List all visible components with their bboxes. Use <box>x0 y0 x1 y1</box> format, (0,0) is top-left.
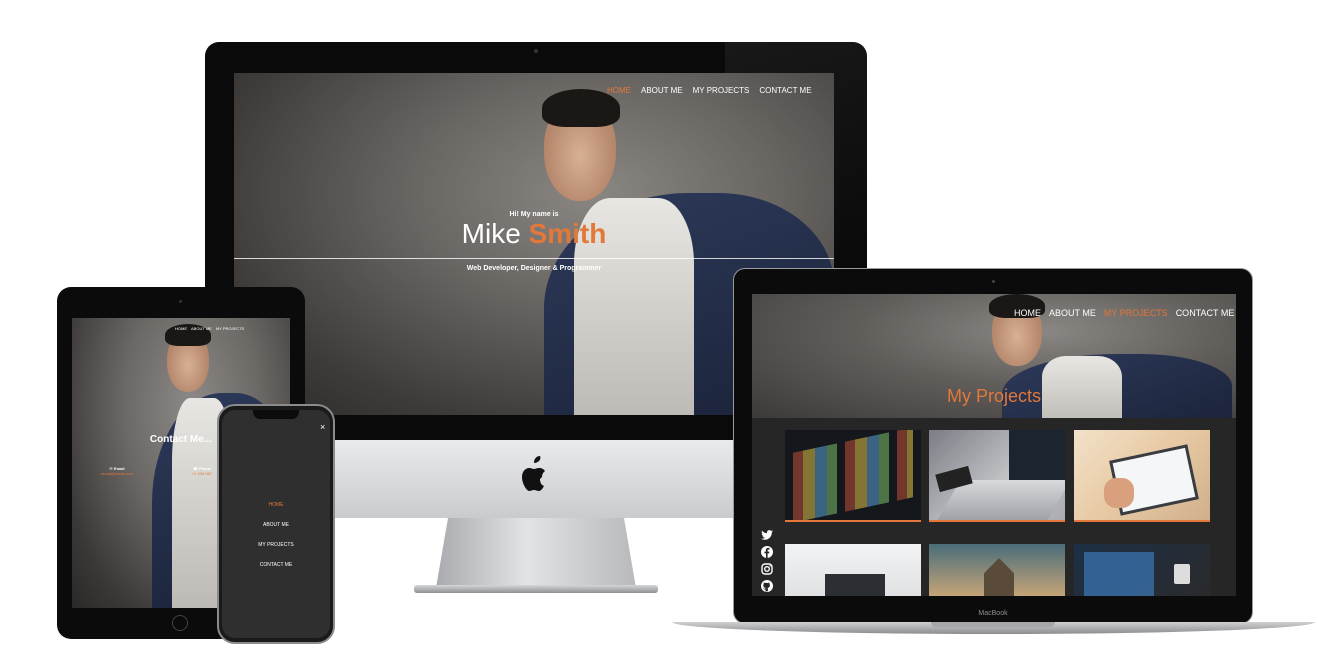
nav-contact[interactable]: CONTACT ME <box>1176 308 1235 318</box>
nav-about[interactable]: ABOUT ME <box>641 86 683 95</box>
menu-item-contact[interactable]: CONTACT ME <box>222 562 330 568</box>
instagram-icon[interactable] <box>760 563 774 578</box>
imac-camera <box>534 49 538 53</box>
nav-projects[interactable]: MY PROJECTS <box>693 86 750 95</box>
project-thumb-desk[interactable] <box>785 544 921 596</box>
imac-stand <box>436 518 636 588</box>
imac-stand-foot <box>414 585 658 593</box>
project-thumb-tablet[interactable] <box>1074 430 1210 522</box>
project-thumb-monitor[interactable] <box>1074 544 1210 596</box>
macbook-nav: HOME ABOUT ME MY PROJECTS CONTACT ME <box>1014 308 1234 318</box>
apple-logo-icon <box>522 456 545 491</box>
ipad-camera <box>179 300 182 303</box>
hero-name: Mike Smith <box>234 218 834 250</box>
phone-block: ☎ Phone +1 234 567 <box>182 466 222 476</box>
twitter-icon[interactable] <box>760 530 774 544</box>
project-thumb-castle[interactable] <box>929 544 1065 596</box>
macbook-notch <box>931 622 1055 627</box>
nav-home[interactable]: HOME <box>1014 308 1041 318</box>
nav-about[interactable]: ABOUT ME <box>191 326 212 331</box>
nav-home[interactable]: HOME <box>607 86 631 95</box>
menu-item-projects[interactable]: MY PROJECTS <box>222 542 330 548</box>
projects-hero: HOME ABOUT ME MY PROJECTS CONTACT ME My … <box>752 294 1236 418</box>
macbook-label: MacBook <box>978 610 1008 617</box>
iphone-screen: × HOME ABOUT ME MY PROJECTS CONTACT ME <box>222 410 330 638</box>
ipad-nav: HOME ABOUT ME MY PROJECTS <box>175 326 244 331</box>
imac-nav: HOME ABOUT ME MY PROJECTS CONTACT ME <box>607 86 812 95</box>
nav-contact[interactable]: CONTACT ME <box>759 86 811 95</box>
nav-about[interactable]: ABOUT ME <box>1049 308 1096 318</box>
facebook-icon[interactable] <box>760 546 774 561</box>
project-thumb-laptop[interactable] <box>929 430 1065 522</box>
nav-home[interactable]: HOME <box>175 326 187 331</box>
github-icon[interactable] <box>760 580 774 595</box>
menu-close-icon[interactable]: × <box>320 422 325 432</box>
email-block: ✉ Email email@email.com <box>94 466 140 476</box>
menu-item-home[interactable]: HOME <box>222 502 330 508</box>
nav-projects[interactable]: MY PROJECTS <box>216 326 244 331</box>
phone-value[interactable]: +1 234 567 <box>182 471 222 476</box>
ipad-home-button[interactable] <box>172 615 188 631</box>
iphone-notch <box>253 410 299 419</box>
projects-title: My Projects <box>946 386 1042 406</box>
mobile-menu: HOME ABOUT ME MY PROJECTS CONTACT ME <box>222 502 330 568</box>
macbook-camera <box>992 280 995 283</box>
hero-last-name: Smith <box>528 218 607 249</box>
hero-first-name: Mike <box>461 218 521 249</box>
nav-projects[interactable]: MY PROJECTS <box>1104 308 1168 318</box>
hero-greeting: Hi! My name is <box>509 211 559 218</box>
email-value[interactable]: email@email.com <box>94 471 140 476</box>
macbook-screen: HOME ABOUT ME MY PROJECTS CONTACT ME My … <box>752 294 1236 596</box>
menu-item-about[interactable]: ABOUT ME <box>222 522 330 528</box>
hero-divider <box>234 258 834 259</box>
project-thumb-code[interactable] <box>785 430 921 522</box>
